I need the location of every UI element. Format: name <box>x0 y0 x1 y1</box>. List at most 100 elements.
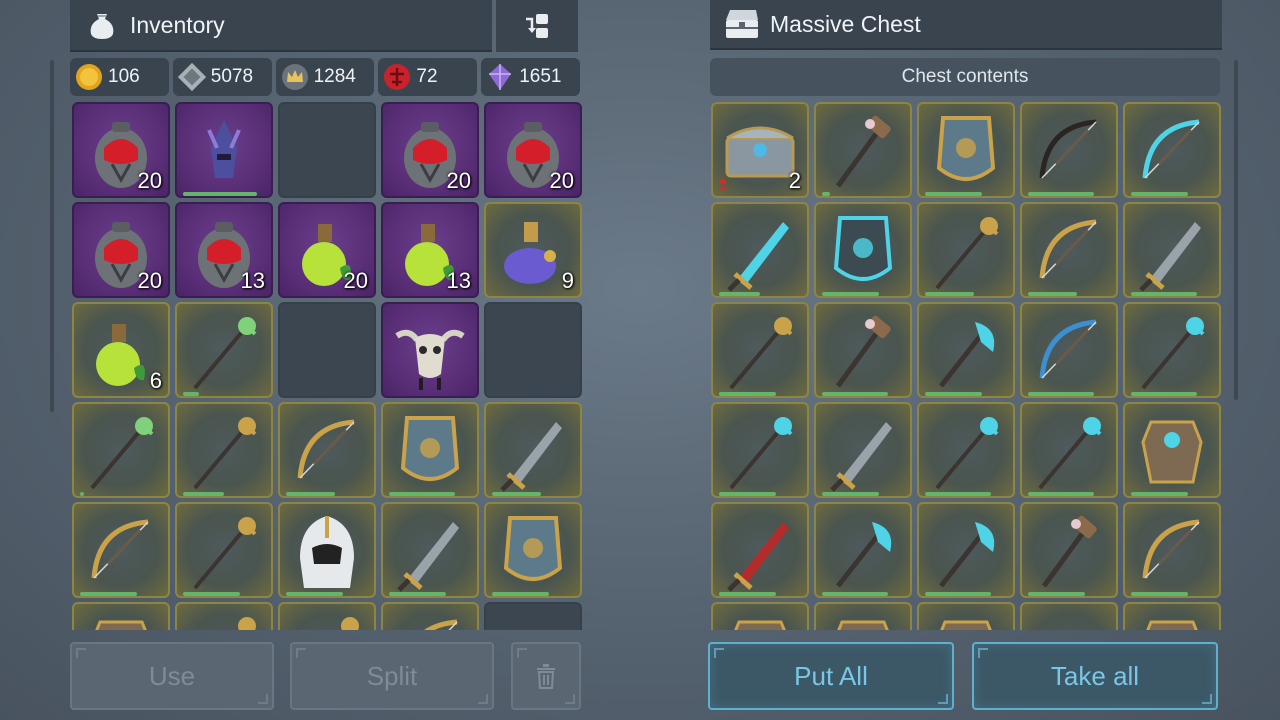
chest-slot[interactable] <box>1123 302 1221 398</box>
gold-bow-icon <box>297 419 355 479</box>
chest-slot[interactable] <box>711 202 809 298</box>
chest-slot[interactable] <box>711 602 809 630</box>
chest-slot[interactable] <box>917 502 1015 598</box>
inventory-slot[interactable] <box>72 402 170 498</box>
chest-slot[interactable] <box>814 102 912 198</box>
chest-slot[interactable] <box>917 602 1015 630</box>
chest-slot[interactable] <box>814 502 912 598</box>
inventory-slot[interactable] <box>278 102 376 198</box>
inventory-slot[interactable] <box>278 602 376 630</box>
chest-slot[interactable] <box>1020 402 1118 498</box>
chest-slot[interactable] <box>1123 202 1221 298</box>
take-all-button[interactable]: Take all <box>972 642 1218 710</box>
ornate-staff-icon <box>238 617 256 630</box>
durability-bar <box>286 592 343 596</box>
inventory-slot[interactable] <box>72 502 170 598</box>
chest-slot[interactable] <box>917 102 1015 198</box>
gold-staff-icon <box>935 217 999 290</box>
chest-title: Massive Chest <box>770 10 921 37</box>
inventory-slot[interactable]: 13 <box>381 202 479 298</box>
sort-button[interactable] <box>496 0 578 52</box>
chest-slot[interactable] <box>711 302 809 398</box>
person-icon <box>718 178 728 190</box>
gold-staff-icon <box>193 417 257 490</box>
chest-slot[interactable] <box>814 302 912 398</box>
inventory-grid: 20 20 20 20 13 20 13 9 6 <box>72 102 582 630</box>
chest-slot[interactable] <box>1020 602 1118 630</box>
chest-slot[interactable] <box>1020 502 1118 598</box>
inventory-slot[interactable]: 6 <box>72 302 170 398</box>
inventory-slot[interactable]: 20 <box>72 102 170 198</box>
red-sword-icon <box>727 522 789 592</box>
durability-bar <box>1028 492 1094 496</box>
chest-slot[interactable] <box>917 302 1015 398</box>
chest-slot[interactable] <box>1020 102 1118 198</box>
cyan-axe-icon <box>939 522 995 588</box>
inventory-slot[interactable]: 9 <box>484 202 582 298</box>
item-quantity: 20 <box>137 168 162 193</box>
chest-slot[interactable] <box>814 402 912 498</box>
inventory-slot[interactable] <box>175 102 273 198</box>
currency-silver-value: 5078 <box>210 66 254 87</box>
chest-slot[interactable] <box>1123 402 1221 498</box>
durability-bar <box>183 392 199 396</box>
inventory-slot[interactable] <box>278 302 376 398</box>
trash-button[interactable] <box>511 642 581 710</box>
durability-bar <box>183 492 224 496</box>
chest-scrollbar[interactable] <box>1234 60 1238 400</box>
green-staff-icon <box>193 317 257 390</box>
trash-icon <box>537 664 555 689</box>
inventory-slot[interactable] <box>278 502 376 598</box>
cyan-axe-staff-icon <box>939 322 995 388</box>
inventory-slot[interactable]: 13 <box>175 202 273 298</box>
inventory-slot[interactable] <box>381 402 479 498</box>
durability-bar <box>492 492 541 496</box>
chest-slot[interactable] <box>1123 602 1221 630</box>
chest-slot[interactable] <box>1123 102 1221 198</box>
helmet-icon <box>734 620 786 630</box>
chest-slot[interactable] <box>1123 502 1221 598</box>
inventory-slot[interactable] <box>175 302 273 398</box>
inventory-slot[interactable] <box>381 302 479 398</box>
inventory-slot[interactable]: 20 <box>278 202 376 298</box>
chest-slot[interactable] <box>711 402 809 498</box>
chest-grid: 2 <box>711 102 1223 630</box>
chest-slot[interactable] <box>814 202 912 298</box>
durability-bar <box>1131 592 1188 596</box>
chest-slot[interactable] <box>1020 202 1118 298</box>
chest-slot[interactable] <box>1020 302 1118 398</box>
inventory-scrollbar[interactable] <box>50 60 54 412</box>
currency-crown: 1284 <box>275 58 375 96</box>
chest-slot[interactable]: 2 <box>711 102 809 198</box>
currency-emblem-value: 72 <box>416 66 438 87</box>
use-button[interactable]: Use <box>70 642 274 710</box>
inventory-slot[interactable] <box>175 502 273 598</box>
chest-header: Massive Chest <box>710 0 1222 50</box>
durability-bar <box>1028 592 1085 596</box>
bull-skull-icon <box>395 329 465 390</box>
inventory-slot[interactable] <box>381 502 479 598</box>
inventory-slot[interactable] <box>484 602 582 630</box>
inventory-slot[interactable] <box>175 402 273 498</box>
inventory-slot[interactable] <box>278 402 376 498</box>
chest-slot[interactable] <box>711 502 809 598</box>
inventory-slot[interactable] <box>175 602 273 630</box>
inventory-slot[interactable] <box>381 602 479 630</box>
chest-slot[interactable] <box>814 602 912 630</box>
inventory-slot[interactable]: 20 <box>484 102 582 198</box>
inventory-slot[interactable] <box>484 402 582 498</box>
inventory-slot[interactable] <box>484 502 582 598</box>
durability-bar <box>80 592 137 596</box>
durability-bar <box>1131 192 1188 196</box>
chest-slot[interactable] <box>917 402 1015 498</box>
inventory-slot[interactable] <box>72 602 170 630</box>
durability-bar <box>1131 492 1188 496</box>
split-button[interactable]: Split <box>290 642 494 710</box>
inventory-slot[interactable] <box>484 302 582 398</box>
put-all-button[interactable]: Put All <box>708 642 954 710</box>
cyan-axe-icon <box>836 522 892 588</box>
cyan-spear-icon <box>935 417 999 490</box>
chest-slot[interactable] <box>917 202 1015 298</box>
inventory-slot[interactable]: 20 <box>72 202 170 298</box>
inventory-slot[interactable]: 20 <box>381 102 479 198</box>
